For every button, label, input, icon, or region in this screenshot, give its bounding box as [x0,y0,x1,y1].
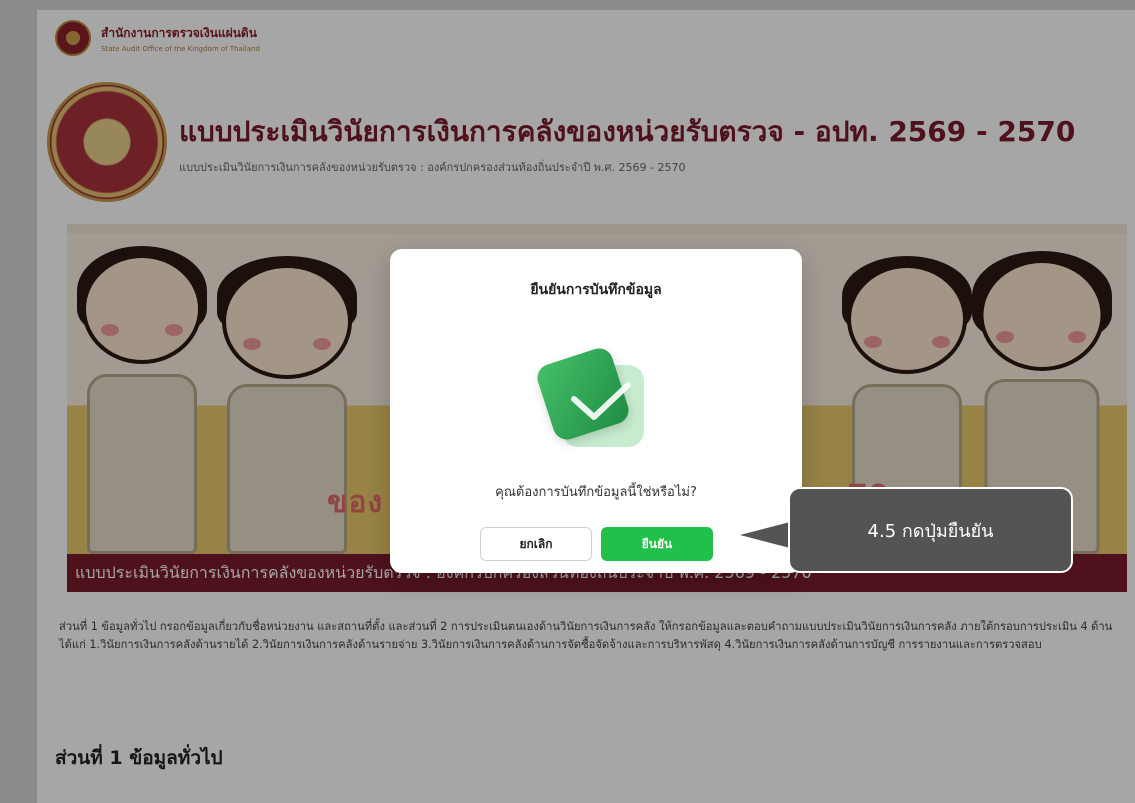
dialog-title: ยืนยันการบันทึกข้อมูล [530,282,662,298]
check-icon [533,344,654,457]
dialog-question: คุณต้องการบันทึกข้อมูลนี้ใช่หรือไม่? [495,485,697,500]
cancel-button[interactable]: ยกเลิก [480,527,592,561]
instruction-callout: 4.5 กดปุ่มยืนยัน [788,487,1073,573]
callout-pointer [740,522,790,548]
confirm-button[interactable]: ยืนยัน [601,527,713,561]
